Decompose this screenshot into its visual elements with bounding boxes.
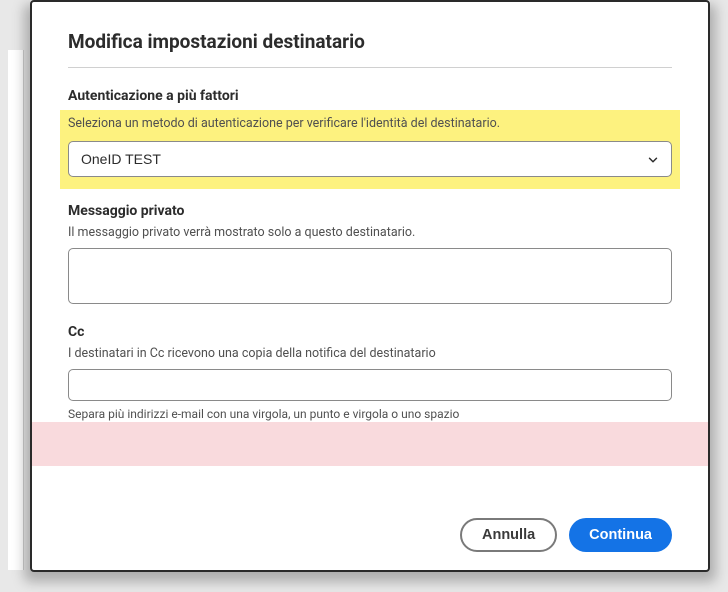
divider — [68, 67, 672, 68]
private-message-section: Messaggio privato Il messaggio privato v… — [68, 203, 672, 308]
cc-hint: Separa più indirizzi e-mail con una virg… — [68, 407, 672, 421]
private-message-label: Messaggio privato — [68, 203, 672, 219]
edit-recipient-settings-dialog: Modifica impostazioni destinatario Auten… — [30, 0, 710, 572]
alert-band — [32, 422, 708, 466]
cc-subtext: I destinatari in Cc ricevono una copia d… — [68, 346, 672, 361]
mfa-method-select[interactable]: OneID TEST — [68, 141, 672, 177]
private-message-subtext: Il messaggio privato verrà mostrato solo… — [68, 225, 672, 240]
continue-button[interactable]: Continua — [569, 518, 672, 552]
cancel-button[interactable]: Annulla — [460, 518, 557, 552]
mfa-subtext: Seleziona un metodo di autenticazione pe… — [68, 112, 672, 131]
private-message-input[interactable] — [68, 248, 672, 304]
cc-label: Cc — [68, 324, 672, 340]
dialog-title: Modifica impostazioni destinatario — [68, 30, 672, 53]
dialog-footer: Annulla Continua — [460, 518, 672, 552]
cc-section: Cc I destinatari in Cc ricevono una copi… — [68, 324, 672, 421]
mfa-label: Autenticazione a più fattori — [68, 88, 672, 104]
mfa-method-selected: OneID TEST — [81, 151, 161, 167]
cc-input[interactable] — [68, 369, 672, 401]
mfa-highlight-block: Seleziona un metodo di autenticazione pe… — [60, 110, 680, 189]
mfa-select-wrap: OneID TEST — [68, 141, 672, 177]
